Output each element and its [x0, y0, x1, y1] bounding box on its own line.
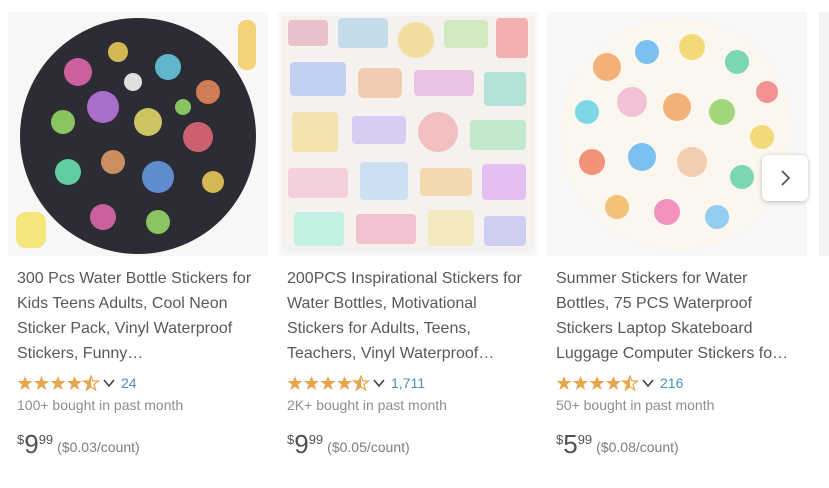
unit-price: ($0.03/count): [57, 439, 140, 455]
product-title[interactable]: 200PCS Inspirational Stickers for Water …: [287, 266, 532, 366]
product-carousel: 300 Pcs Water Bottle Stickers for Kids T…: [0, 0, 829, 488]
bought-count: 2K+ bought in past month: [287, 397, 447, 413]
stars-icon: [287, 375, 371, 391]
price-symbol: $: [556, 432, 564, 447]
star-rating[interactable]: [17, 375, 115, 391]
bought-count: 100+ bought in past month: [17, 397, 184, 413]
price-fraction: 99: [38, 432, 54, 447]
price-whole: 5: [563, 429, 578, 459]
rating-row: 1,711: [287, 372, 538, 394]
product-image[interactable]: [8, 12, 268, 256]
chevron-right-icon: [781, 170, 791, 186]
star-rating[interactable]: [556, 375, 654, 391]
next-card-peek: [819, 12, 829, 256]
rating-count-link[interactable]: 1,711: [391, 375, 425, 391]
rating-count-link[interactable]: 216: [660, 375, 683, 391]
star-rating[interactable]: [287, 375, 385, 391]
product-card: 300 Pcs Water Bottle Stickers for Kids T…: [8, 12, 268, 459]
product-title[interactable]: Summer Stickers for Water Bottles, 75 PC…: [556, 266, 801, 366]
price-symbol: $: [17, 432, 25, 447]
chevron-down-icon: [642, 378, 654, 388]
bought-count: 50+ bought in past month: [556, 397, 715, 413]
price: $ 5 99 ($0.08/count): [556, 429, 807, 459]
chevron-down-icon: [103, 378, 115, 388]
carousel-next-button[interactable]: [762, 155, 808, 201]
unit-price: ($0.05/count): [327, 439, 410, 455]
unit-price: ($0.08/count): [596, 439, 679, 455]
price-whole: 9: [24, 429, 39, 459]
price-whole: 9: [294, 429, 309, 459]
price: $ 9 99 ($0.05/count): [287, 429, 538, 459]
product-image[interactable]: [278, 12, 538, 256]
chevron-down-icon: [373, 378, 385, 388]
rating-row: 24: [17, 372, 268, 394]
product-card: Summer Stickers for Water Bottles, 75 PC…: [547, 12, 807, 459]
price-symbol: $: [287, 432, 295, 447]
price: $ 9 99 ($0.03/count): [17, 429, 268, 459]
price-fraction: 99: [308, 432, 324, 447]
product-title[interactable]: 300 Pcs Water Bottle Stickers for Kids T…: [17, 266, 262, 366]
rating-count-link[interactable]: 24: [121, 375, 137, 391]
rating-row: 216: [556, 372, 807, 394]
product-image[interactable]: [547, 12, 807, 256]
stars-icon: [556, 375, 640, 391]
product-card: 200PCS Inspirational Stickers for Water …: [278, 12, 538, 459]
price-fraction: 99: [577, 432, 593, 447]
stars-icon: [17, 375, 101, 391]
